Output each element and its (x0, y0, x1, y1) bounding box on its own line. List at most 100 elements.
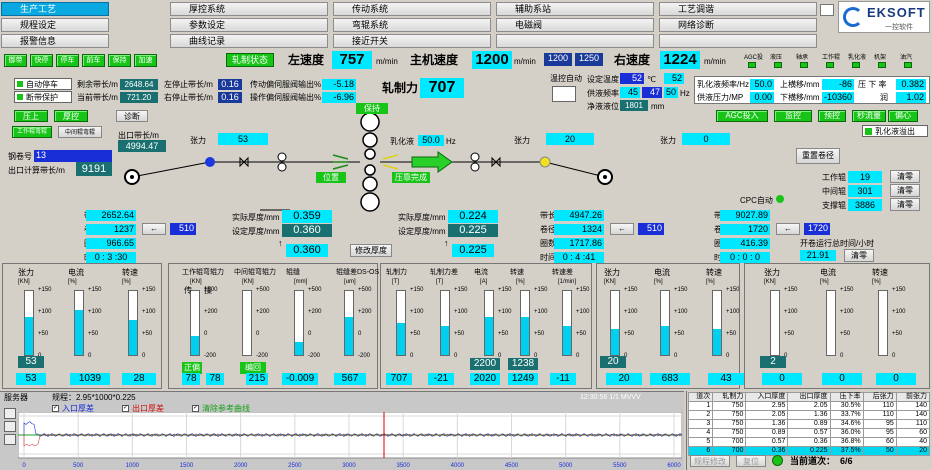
g1-t3-tick: +150 (142, 287, 156, 293)
agc-indicator-led-icon (826, 62, 834, 68)
mid-speed-set2[interactable]: 1250 (575, 53, 603, 66)
backup-roll-top-icon (360, 112, 380, 132)
g5-t3-gauge (878, 290, 888, 356)
legend-ref-checkbox[interactable]: ✓ (192, 405, 199, 412)
mid-speed-set[interactable]: 1200 (544, 53, 572, 66)
pass-table: 道次 轧制力 入口厚度 出口厚度 压下率 后张力 前张力 1 750 2.95 2.05 30.5% 1… (687, 392, 931, 456)
g5-u2-unit: [%] (820, 279, 829, 285)
trend-tool-icon[interactable] (4, 408, 16, 419)
menu-item-7[interactable]: 弯辊系统 (333, 18, 491, 32)
wr-clear-button[interactable]: 清零 (890, 170, 920, 183)
out-sel-value[interactable]: 0.225 (452, 244, 494, 257)
mr-clear-button[interactable]: 清零 (890, 184, 920, 197)
right-speed-label: 右速度 (614, 53, 651, 67)
toolbar-button-2[interactable]: 停车 (56, 54, 79, 67)
drive-servo-label: 传动偏伺服阀输出% (250, 80, 322, 89)
right_reel-len-value: 9027.89 (720, 210, 770, 221)
menu-item-3[interactable]: 厚控系统 (170, 2, 328, 16)
g4-t1-tick: +50 (624, 331, 635, 337)
menu-item-9[interactable]: 辅助系站 (496, 2, 654, 16)
g2-t4-title: 辊缝差DS-OS (336, 269, 380, 276)
temp-unit: ℃ (647, 75, 656, 84)
pass-table-cell: 0.36 (787, 437, 831, 447)
toolbar-button-0[interactable]: 御带 (4, 54, 27, 67)
toolbar-button-4[interactable]: 保持 (108, 54, 131, 67)
menu-item-1[interactable]: 规程设定 (1, 18, 109, 32)
left-reel-hub-icon (130, 175, 134, 179)
menu-item-13[interactable]: 网络诊断 (659, 18, 817, 32)
menu-item-0[interactable]: 生产工艺 (1, 2, 109, 16)
trend-tool-icon[interactable] (4, 421, 16, 432)
pass-table-cell: 2 (687, 410, 714, 420)
toolbar-button-5[interactable]: 加速 (134, 54, 157, 67)
table-row[interactable]: 3 750 1.36 0.89 34.6% 95 110 (687, 419, 931, 429)
g4-t3-gauge-fill (713, 329, 721, 355)
left_reel-dia-set[interactable]: 510 (170, 223, 196, 235)
agc-button-1[interactable]: 监控 (774, 110, 812, 122)
left-speed-value: 757 (332, 51, 372, 69)
g3-t2-tick: +50 (454, 331, 465, 337)
g3-t5-tick: +100 (576, 309, 590, 315)
g5-t3-tick: +50 (892, 331, 903, 337)
g5-t1-tick: +150 (784, 287, 798, 293)
menu-item-14[interactable] (659, 34, 817, 48)
toolbar-button-3[interactable]: 前车 (82, 54, 105, 67)
g3-t4-gauge-fill (521, 316, 529, 355)
menu-item-8[interactable]: 接近开关 (333, 34, 491, 48)
pass-reset-button[interactable]: 复位 (736, 455, 766, 467)
right_reel-dia-set[interactable]: 1720 (804, 223, 830, 235)
agc-indicator-led-icon (904, 62, 912, 68)
modify-thickness-button[interactable]: 修改厚度 (350, 244, 392, 257)
legend-out-checkbox[interactable]: ✓ (122, 405, 129, 412)
menu-item-4[interactable]: 参数设定 (170, 18, 328, 32)
left_reel-dia-arrow-button[interactable]: ← (142, 223, 166, 235)
mid_reel-dia-value: 1324 (554, 224, 604, 235)
agc-button-3[interactable]: 秒流量 (852, 110, 886, 122)
table-row[interactable]: 2 750 2.05 1.36 33.7% 110 140 (687, 410, 931, 420)
g2-t2-title: 中间辊弯辊力 (234, 269, 276, 276)
in-sel-value[interactable]: 0.360 (286, 244, 328, 257)
temp-set2-value: 52 (664, 73, 684, 84)
pass-table-cell: 0.89 (787, 419, 831, 429)
trend-watermark: 12:30:56 1/1 MVVV (580, 394, 641, 401)
pass-table-cell: 140 (895, 410, 931, 420)
legend-in-checkbox[interactable]: ✓ (52, 405, 59, 412)
g1-t1-tick: +150 (38, 287, 52, 293)
table-row[interactable]: 1 750 2.95 2.05 30.5% 110 140 (687, 401, 931, 411)
reset-diameter-button[interactable]: 重置卷径 (796, 148, 840, 164)
agc-button-0[interactable]: AGC投入 (716, 110, 768, 122)
menu-item-11[interactable] (496, 34, 654, 48)
pass-table-cell: 110 (895, 419, 931, 429)
run-time-label: 开卷运行总时间/小时 (800, 239, 875, 248)
br-clear-button[interactable]: 清零 (890, 198, 920, 211)
pass-modify-button[interactable]: 规程修改 (690, 455, 730, 467)
g3-t2-gauge-fill (441, 326, 449, 355)
agc-button-2[interactable]: 预控 (818, 110, 846, 122)
window-icon[interactable] (820, 4, 834, 16)
flow-f2: 47 (642, 87, 662, 98)
agc-button-4[interactable]: 偏心 (888, 110, 918, 122)
menu-item-5[interactable]: 曲线记录 (170, 34, 328, 48)
menu-item-10[interactable]: 电磁阀 (496, 18, 654, 32)
toolbar-button-1[interactable]: 快停 (30, 54, 53, 67)
right_reel-turns-value: 416.39 (720, 238, 770, 249)
trend-xtick-label: 6000 (667, 463, 681, 469)
table-row[interactable]: 5 700 0.57 0.36 36.8% 60 40 (687, 437, 931, 447)
pass-table-header: 道次 轧制力 入口厚度 出口厚度 压下率 后张力 前张力 (687, 392, 931, 402)
g2-t2-tick: +500 (256, 287, 270, 293)
mid_reel-dia-set[interactable]: 510 (638, 223, 664, 235)
right_reel-dia-arrow-button[interactable]: ← (776, 223, 800, 235)
run-time-clear-button[interactable]: 清零 (844, 249, 874, 262)
g3-s4-small: 1238 (508, 358, 538, 370)
pass-table-cell: 50 (862, 446, 897, 456)
pass-table-cell: 2.95 (745, 401, 789, 411)
menu-item-12[interactable]: 工艺调谐 (659, 2, 817, 16)
menu-item-2[interactable]: 报警信息 (1, 34, 109, 48)
trend-tool-icon[interactable] (4, 434, 16, 445)
g3-t4-gauge (520, 290, 530, 356)
mid_reel-dia-arrow-button[interactable]: ← (610, 223, 634, 235)
auto-stop-button[interactable]: 自动停车 (14, 78, 72, 90)
g3-t2-tick: +150 (454, 287, 468, 293)
menu-item-6[interactable]: 传动系统 (333, 2, 491, 16)
table-row[interactable]: 4 750 0.89 0.57 36.0% 95 60 (687, 428, 931, 438)
